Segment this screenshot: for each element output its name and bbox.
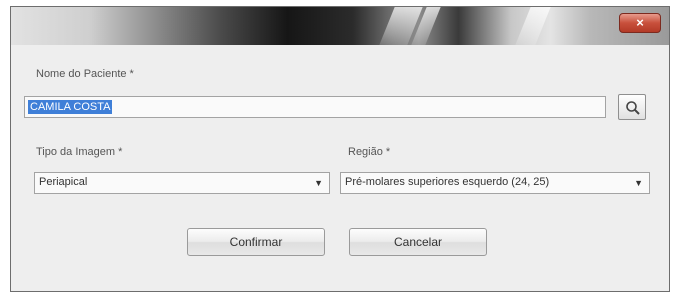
title-bar-glass-reflection (515, 7, 551, 45)
close-button[interactable]: × (619, 13, 661, 33)
chevron-down-icon: ▼ (314, 178, 323, 188)
region-select[interactable]: Pré-molares superiores esquerdo (24, 25)… (340, 172, 650, 194)
confirm-button[interactable]: Confirmar (187, 228, 325, 256)
image-type-value: Periapical (39, 176, 88, 188)
image-type-label: Tipo da Imagem * (36, 146, 123, 158)
search-icon (626, 101, 640, 115)
title-bar[interactable]: × (11, 7, 669, 45)
chevron-down-icon: ▼ (634, 178, 643, 188)
region-value: Pré-molares superiores esquerdo (24, 25) (345, 176, 550, 188)
patient-name-input[interactable]: CAMILA COSTA (24, 96, 606, 118)
patient-name-label: Nome do Paciente * (36, 68, 134, 80)
search-patient-button[interactable] (618, 94, 646, 120)
patient-name-value: CAMILA COSTA (28, 100, 113, 114)
image-type-select[interactable]: Periapical ▼ (34, 172, 330, 194)
close-icon: × (636, 15, 644, 30)
cancel-button[interactable]: Cancelar (349, 228, 487, 256)
region-label: Região * (348, 146, 391, 158)
